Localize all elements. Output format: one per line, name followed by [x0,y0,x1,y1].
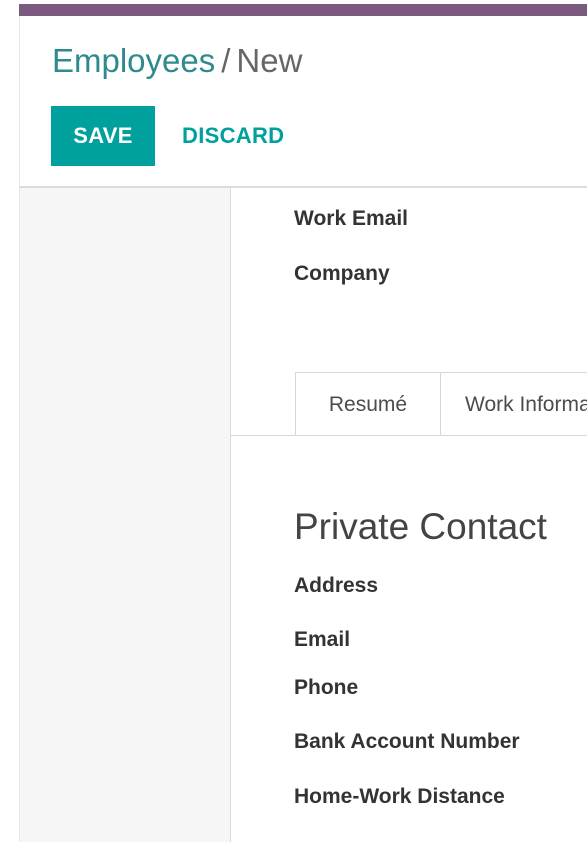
company-label: Company [294,262,390,285]
tabs-bottom-border [231,435,587,436]
breadcrumb-current: New [236,42,303,79]
top-navbar [19,4,587,16]
discard-button[interactable]: DISCARD [176,106,290,166]
save-button[interactable]: SAVE [51,106,155,166]
bank-account-number-label: Bank Account Number [294,730,520,753]
breadcrumb: Employees / New [52,41,302,81]
form-background [20,188,230,842]
phone-label: Phone [294,676,359,699]
email-label: Email [294,628,351,651]
work-email-label: Work Email [294,207,408,230]
form-tabs: Resumé Work Information [295,372,587,436]
employee-form-page: Employees / New SAVE DISCARD Work Email Co… [0,0,587,842]
tab-work-information[interactable]: Work Information [441,373,587,436]
address-label: Address [294,574,379,597]
private-contact-title: Private Contact [294,506,547,547]
home-work-distance-label: Home-Work Distance [294,785,505,808]
breadcrumb-separator: / [221,42,231,79]
tab-resume[interactable]: Resumé [296,373,441,436]
breadcrumb-link-employees[interactable]: Employees [52,42,215,79]
